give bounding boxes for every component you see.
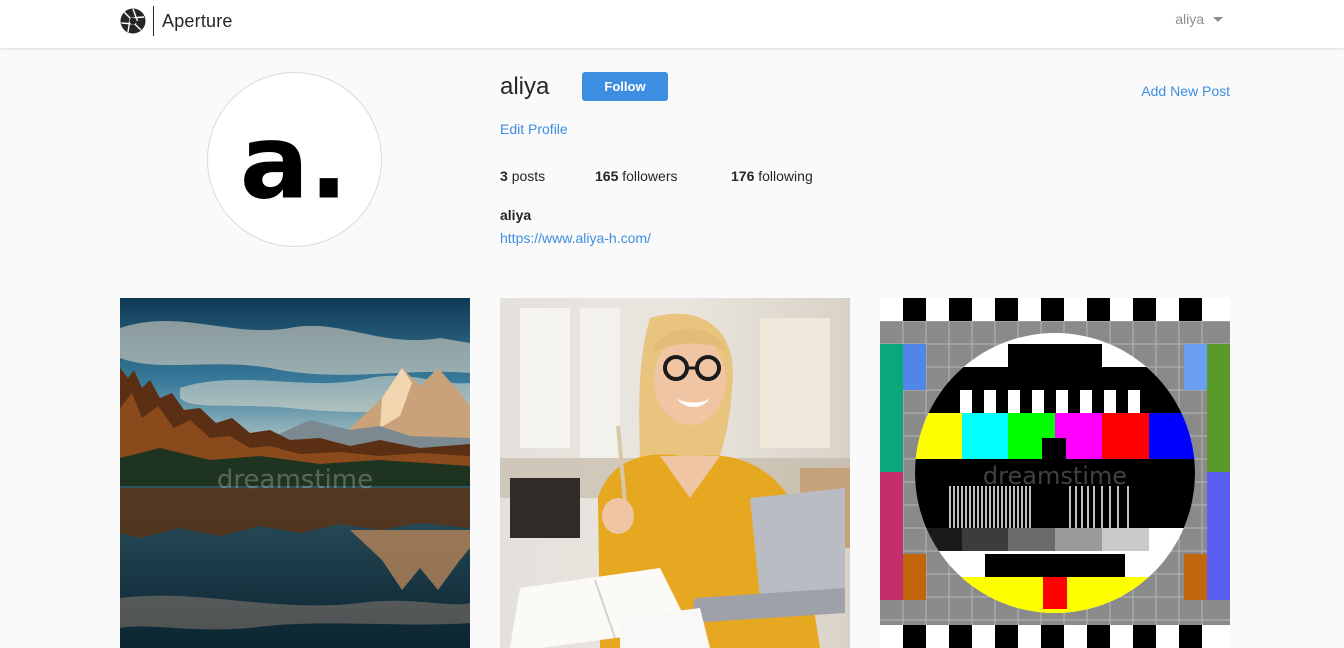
following-count: 176 [731,168,755,184]
watermark-text: dreamstime [983,462,1127,490]
avatar-logo: a. [240,104,348,223]
test-pattern-image: dreamstime [880,298,1230,648]
user-menu-label: aliya [1175,11,1204,27]
profile-website-link[interactable]: https://www.aliya-h.com/ [500,230,651,246]
follow-button[interactable]: Follow [582,72,668,101]
brand-name: Aperture [162,10,233,31]
followers-count: 165 [595,168,619,184]
svg-text:a.: a. [240,104,348,223]
posts-label: posts [511,168,546,184]
top-navbar: Aperture aliya [0,0,1344,48]
aperture-icon [120,8,146,34]
post-thumbnail-mountain-lake[interactable]: dreamstime [120,298,470,648]
user-menu-dropdown[interactable]: aliya [1175,11,1223,27]
stat-posts: 3 posts [500,168,545,184]
post-thumbnail-woman-laptop[interactable] [500,298,850,648]
stat-followers[interactable]: 165 followers [595,168,678,184]
profile-avatar: a. [207,72,382,247]
caret-down-icon [1213,16,1223,22]
followers-label: followers [622,168,678,184]
profile-full-name: aliya [500,207,532,223]
woman-laptop-image [500,298,850,648]
post-thumbnail-test-pattern[interactable]: dreamstime [880,298,1230,648]
posts-count: 3 [500,168,508,184]
profile-username: aliya [500,73,550,100]
watermark-text: dreamstime [217,465,373,495]
brand-divider [153,6,154,36]
stat-following[interactable]: 176 following [731,168,813,184]
following-label: following [758,168,813,184]
add-new-post-link[interactable]: Add New Post [1141,83,1230,99]
edit-profile-link[interactable]: Edit Profile [500,121,568,137]
mountain-lake-image: dreamstime [120,298,470,648]
brand-link[interactable]: Aperture [120,6,233,36]
